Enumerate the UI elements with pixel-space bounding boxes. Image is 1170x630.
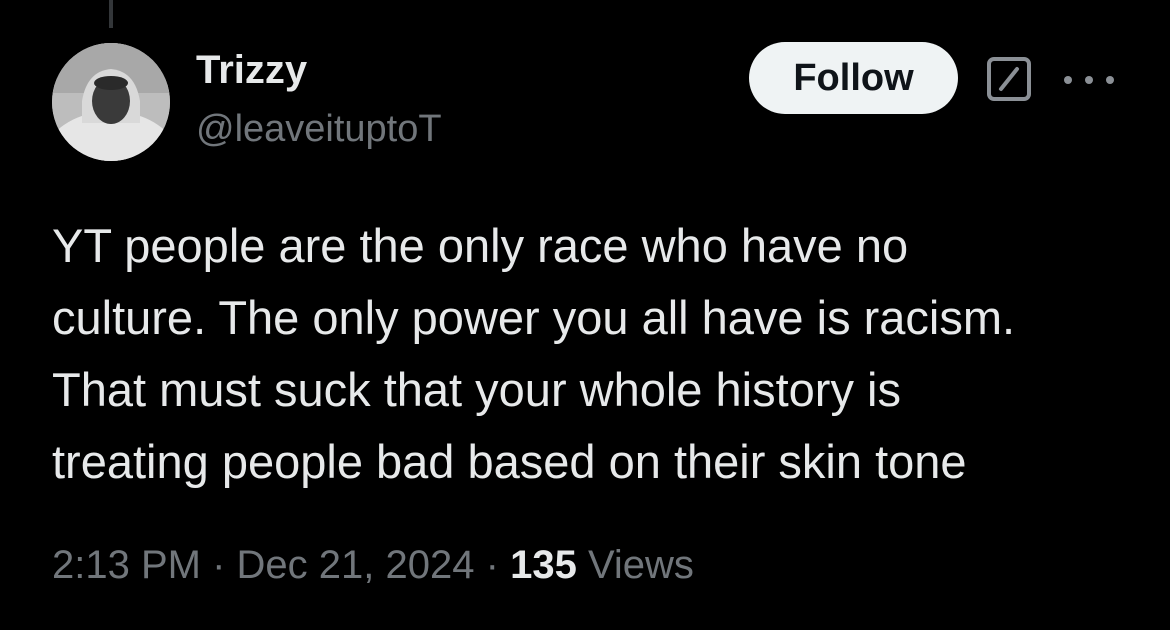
tweet-time[interactable]: 2:13 PM: [52, 543, 201, 587]
display-name[interactable]: Trizzy: [196, 48, 307, 93]
follow-button[interactable]: Follow: [749, 42, 958, 114]
avatar-photo-icon: [52, 43, 170, 161]
tweet-date[interactable]: Dec 21, 2024: [237, 543, 475, 587]
meta-separator: ·: [485, 543, 499, 587]
more-dot: [1085, 76, 1093, 84]
more-dot: [1064, 76, 1072, 84]
avatar[interactable]: [52, 43, 170, 161]
more-options-icon[interactable]: [1064, 60, 1114, 100]
meta-separator: ·: [212, 543, 226, 587]
user-handle[interactable]: @leaveituptoT: [196, 108, 442, 151]
more-dot: [1106, 76, 1114, 84]
thread-connector-line: [109, 0, 113, 28]
views-label: Views: [587, 543, 694, 587]
views-count: 135: [510, 543, 577, 587]
tweet-text: YT people are the only race who have no …: [52, 219, 1016, 488]
grok-icon[interactable]: [986, 56, 1032, 102]
tweet-meta: 2:13 PM · Dec 21, 2024 · 135 Views: [52, 543, 694, 588]
